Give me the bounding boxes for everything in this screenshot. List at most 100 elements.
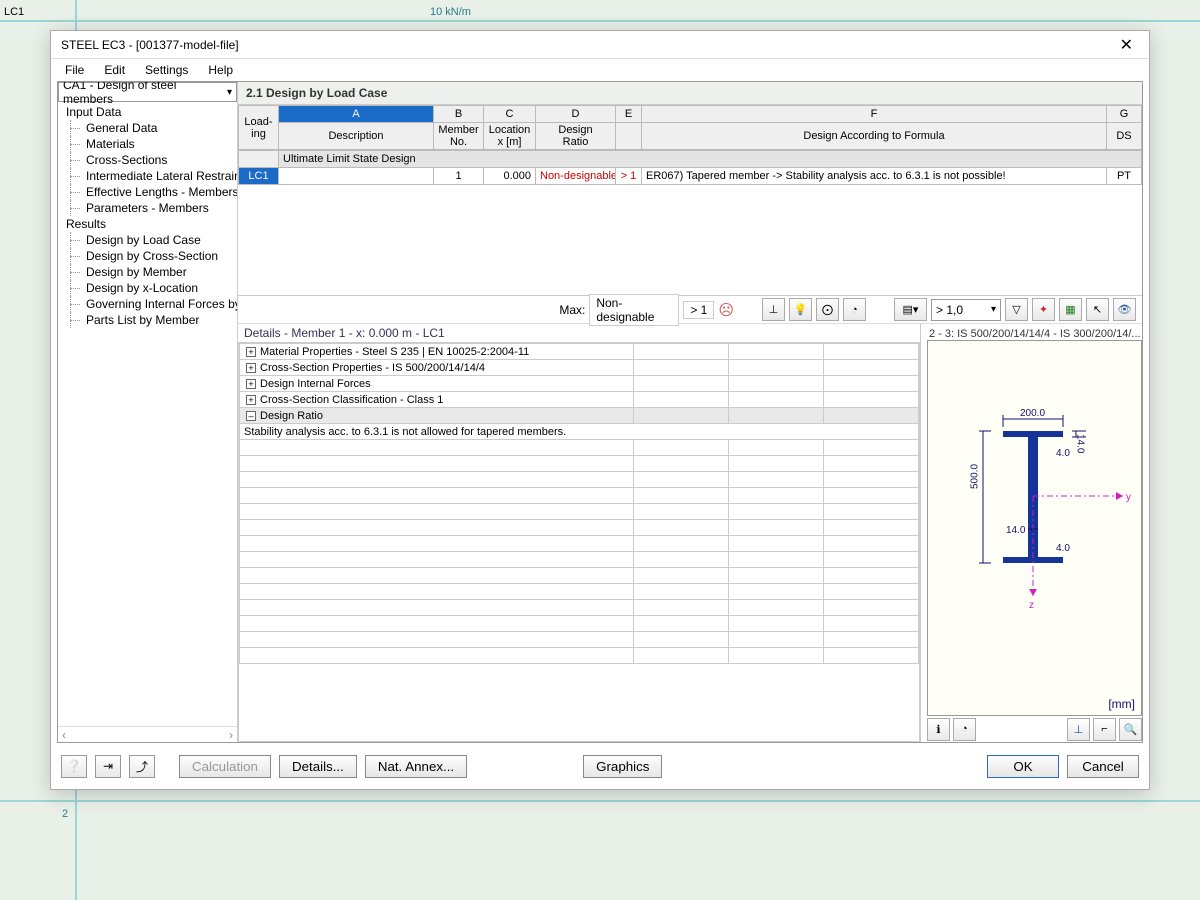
preview-info-icon[interactable]: ℹ — [927, 718, 950, 741]
details-button[interactable]: Details... — [279, 755, 357, 778]
head-formula[interactable]: Design According to Formula — [642, 123, 1107, 150]
preview-search-icon[interactable]: 🔍 — [1119, 718, 1142, 741]
preview-axes-icon[interactable]: ⌐ — [1093, 718, 1116, 741]
col-d-letter[interactable]: D — [536, 106, 616, 123]
detail-cs-props: Cross-Section Properties - IS 500/200/14… — [260, 362, 485, 374]
nav-effective-lengths[interactable]: Effective Lengths - Members — [58, 184, 237, 200]
results-section-row: Ultimate Limit State Design — [239, 151, 1142, 168]
svg-text:200.0: 200.0 — [1020, 408, 1045, 419]
bottom-split: Details - Member 1 - x: 0.000 m - LC1 +M… — [238, 324, 1142, 742]
head-location[interactable]: Location x [m] — [484, 123, 536, 150]
import-button-icon[interactable]: ⇥ — [95, 755, 121, 778]
nav-design-x-location[interactable]: Design by x-Location — [58, 280, 237, 296]
tool-eye-icon[interactable]: 👁 — [1113, 298, 1136, 321]
details-row[interactable]: + Cross-Section Properties - IS 500/200/1… — [240, 360, 919, 376]
details-grid[interactable]: +Material Properties - Steel S 235 | EN … — [238, 342, 920, 742]
details-row[interactable]: +Cross-Section Classification - Class 1 — [240, 392, 919, 408]
svg-text:z: z — [1029, 600, 1034, 611]
details-row[interactable]: –Design Ratio — [240, 408, 919, 424]
detail-stability-note: Stability analysis acc. to 6.3.1 is not … — [240, 424, 919, 440]
design-case-selector[interactable]: CA1 - Design of steel members ▾ — [58, 82, 237, 102]
nav-design-load-case[interactable]: Design by Load Case — [58, 232, 237, 248]
export-button-icon[interactable]: ⤴ — [129, 755, 155, 778]
table-row[interactable]: LC1 1 0.000 Non-designable > 1 ER067) Ta… — [239, 168, 1142, 185]
nat-annex-button[interactable]: Nat. Annex... — [365, 755, 467, 778]
menu-edit[interactable]: Edit — [96, 61, 133, 79]
expand-icon[interactable]: + — [246, 347, 256, 357]
col-f-letter[interactable]: F — [642, 106, 1107, 123]
ok-button[interactable]: OK — [987, 755, 1059, 778]
nav-governing-forces[interactable]: Governing Internal Forces by Member — [58, 296, 237, 312]
preview-section-icon[interactable]: ⊥ — [1067, 718, 1090, 741]
dialog-footer: ❔ ⇥ ⤴ Calculation Details... Nat. Annex.… — [57, 749, 1143, 783]
nav-group-results[interactable]: Results — [58, 216, 237, 232]
nav-lateral-restraints[interactable]: Intermediate Lateral Restraints — [58, 168, 237, 184]
expand-icon[interactable]: + — [246, 395, 256, 405]
collapse-icon[interactable]: – — [246, 411, 256, 421]
cancel-button[interactable]: Cancel — [1067, 755, 1139, 778]
col-a-letter[interactable]: A — [279, 106, 434, 123]
nav-parameters-members[interactable]: Parameters - Members — [58, 200, 237, 216]
svg-text:y: y — [1126, 492, 1131, 503]
nav-parts-list[interactable]: Parts List by Member — [58, 312, 237, 328]
details-row[interactable]: +Material Properties - Steel S 235 | EN … — [240, 344, 919, 360]
col-c-letter[interactable]: C — [484, 106, 536, 123]
tool-highlight-icon[interactable]: ✦ — [1032, 298, 1055, 321]
cell-ds[interactable]: PT — [1106, 168, 1141, 185]
tool-export-excel-icon[interactable]: ▦ — [1059, 298, 1082, 321]
tool-filter-3-icon[interactable]: ◔ — [843, 298, 866, 321]
help-button-icon[interactable]: ❔ — [61, 755, 87, 778]
tool-funnel-icon[interactable]: ▽ — [1005, 298, 1028, 321]
head-e-blank[interactable] — [616, 123, 642, 150]
nav-materials[interactable]: Materials — [58, 136, 237, 152]
head-description[interactable]: Description — [279, 123, 434, 150]
details-row[interactable]: +Design Internal Forces — [240, 376, 919, 392]
max-value: Non-designable — [589, 294, 679, 326]
col-g-letter[interactable]: G — [1107, 106, 1142, 123]
head-design-ratio[interactable]: Design Ratio — [536, 123, 616, 150]
nav-design-member[interactable]: Design by Member — [58, 264, 237, 280]
tool-filter-1-icon[interactable]: 💡 — [789, 298, 812, 321]
results-body[interactable]: Ultimate Limit State Design LC1 1 0.000 … — [238, 150, 1142, 295]
col-e-letter[interactable]: E — [616, 106, 642, 123]
col-b-letter[interactable]: B — [434, 106, 484, 123]
menu-settings[interactable]: Settings — [137, 61, 196, 79]
svg-text:4.0: 4.0 — [1056, 543, 1070, 554]
tool-colormap-icon[interactable]: ▤▾ — [894, 298, 927, 321]
menu-help[interactable]: Help — [200, 61, 241, 79]
tool-section-icon[interactable]: ⊥ — [762, 298, 785, 321]
cell-ratio[interactable]: Non-designable — [536, 168, 616, 185]
nav-hscroll[interactable]: ‹ › — [58, 726, 237, 742]
details-row[interactable]: Stability analysis acc. to 6.3.1 is not … — [240, 424, 919, 440]
cell-x[interactable]: 0.000 — [484, 168, 536, 185]
results-toolbar: Max: Non-designable > 1 ☹ ⊥ 💡 ⨀ ◔ ▤▾ > 1… — [238, 296, 1142, 324]
window-title: STEEL EC3 - [001377-model-file] — [61, 38, 1114, 52]
head-member-no[interactable]: Member No. — [434, 123, 484, 150]
head-ds[interactable]: DS — [1107, 123, 1142, 150]
nav-design-cross-section[interactable]: Design by Cross-Section — [58, 248, 237, 264]
head-loading[interactable]: Load- ing — [239, 106, 279, 150]
nav-cross-sections[interactable]: Cross-Sections — [58, 152, 237, 168]
nav-group-input-data[interactable]: Input Data — [58, 104, 237, 120]
expand-icon[interactable]: + — [246, 379, 256, 389]
ratio-filter-combo[interactable]: > 1,0 ▾ — [931, 299, 1001, 321]
graphics-button[interactable]: Graphics — [583, 755, 662, 778]
close-icon[interactable]: ✕ — [1114, 35, 1139, 55]
expand-icon[interactable]: + — [246, 363, 256, 373]
cell-lc[interactable]: LC1 — [239, 168, 279, 185]
cell-e[interactable]: > 1 — [616, 168, 642, 185]
titlebar: STEEL EC3 - [001377-model-file] ✕ — [51, 31, 1149, 59]
preview-stress-icon[interactable]: ◔ — [953, 718, 976, 741]
nav-general-data[interactable]: General Data — [58, 120, 237, 136]
results-header: Load- ing A B C D E F G Description Memb… — [238, 105, 1142, 150]
preview-toolbar: ℹ ◔ ⊥ ⌐ 🔍 — [927, 716, 1142, 742]
menu-file[interactable]: File — [57, 61, 92, 79]
cell-desc[interactable] — [279, 168, 434, 185]
cell-formula[interactable]: ER067) Tapered member -> Stability analy… — [642, 168, 1107, 185]
tool-pick-icon[interactable]: ↖ — [1086, 298, 1109, 321]
chevron-left-icon: ‹ — [62, 728, 66, 742]
calculation-button[interactable]: Calculation — [179, 755, 271, 778]
section-drawing: y z 200.0 14.0 — [928, 341, 1140, 641]
cell-member[interactable]: 1 — [434, 168, 484, 185]
tool-filter-2-icon[interactable]: ⨀ — [816, 298, 839, 321]
